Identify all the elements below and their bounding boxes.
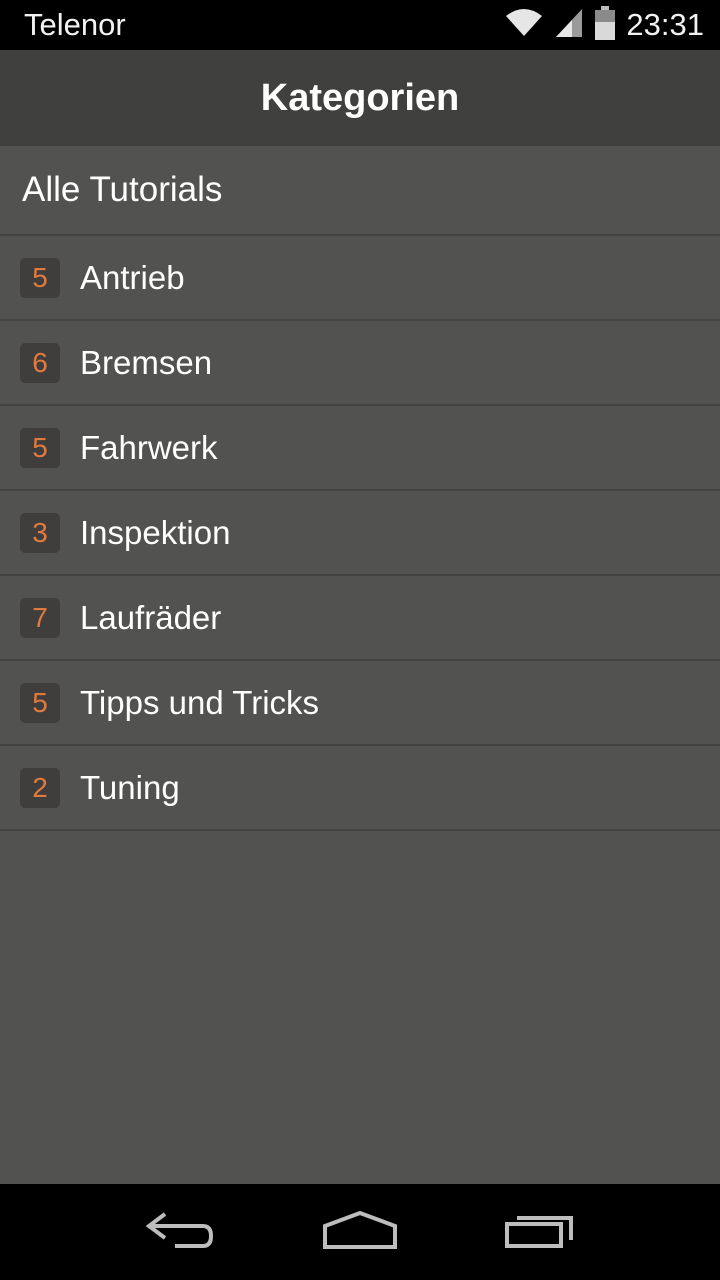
category-label: Antrieb (80, 258, 185, 296)
home-button[interactable] (310, 1202, 410, 1262)
category-label: Tipps und Tricks (80, 683, 320, 721)
count-badge: 3 (20, 512, 60, 553)
back-icon (145, 1210, 215, 1255)
home-icon (322, 1210, 398, 1255)
wifi-icon (504, 8, 544, 43)
count-badge: 5 (20, 257, 60, 298)
list-item-tuning[interactable]: 2 Tuning (0, 746, 720, 831)
category-label: Inspektion (80, 513, 231, 551)
category-label: Laufräder (80, 598, 222, 636)
back-button[interactable] (130, 1202, 230, 1262)
page-title: Kategorien (260, 76, 460, 119)
count-badge: 6 (20, 342, 60, 383)
status-bar: Telenor 23:31 (0, 0, 720, 50)
signal-icon (554, 7, 584, 44)
battery-icon (594, 5, 616, 45)
count-badge: 7 (20, 597, 60, 638)
list-item-inspektion[interactable]: 3 Inspektion (0, 491, 720, 576)
count-badge: 5 (20, 427, 60, 468)
count-badge: 2 (20, 767, 60, 808)
carrier-name: Telenor (24, 7, 126, 42)
list-item-laufraeder[interactable]: 7 Laufräder (0, 576, 720, 661)
clock: 23:31 (626, 7, 704, 42)
all-tutorials-label: Alle Tutorials (22, 170, 223, 209)
list-item-all-tutorials[interactable]: Alle Tutorials (0, 146, 720, 236)
list-item-fahrwerk[interactable]: 5 Fahrwerk (0, 406, 720, 491)
list-item-tipps-und-tricks[interactable]: 5 Tipps und Tricks (0, 661, 720, 746)
recent-apps-button[interactable] (490, 1202, 590, 1262)
recent-apps-icon (504, 1210, 576, 1255)
list-item-bremsen[interactable]: 6 Bremsen (0, 321, 720, 406)
action-bar: Kategorien (0, 50, 720, 146)
category-list: Alle Tutorials 5 Antrieb 6 Bremsen 5 Fah… (0, 146, 720, 1184)
list-item-antrieb[interactable]: 5 Antrieb (0, 236, 720, 321)
category-label: Fahrwerk (80, 428, 218, 466)
status-icons: 23:31 (504, 5, 704, 45)
count-badge: 5 (20, 682, 60, 723)
category-label: Bremsen (80, 343, 213, 381)
navigation-bar (0, 1184, 720, 1280)
category-label: Tuning (80, 768, 180, 806)
